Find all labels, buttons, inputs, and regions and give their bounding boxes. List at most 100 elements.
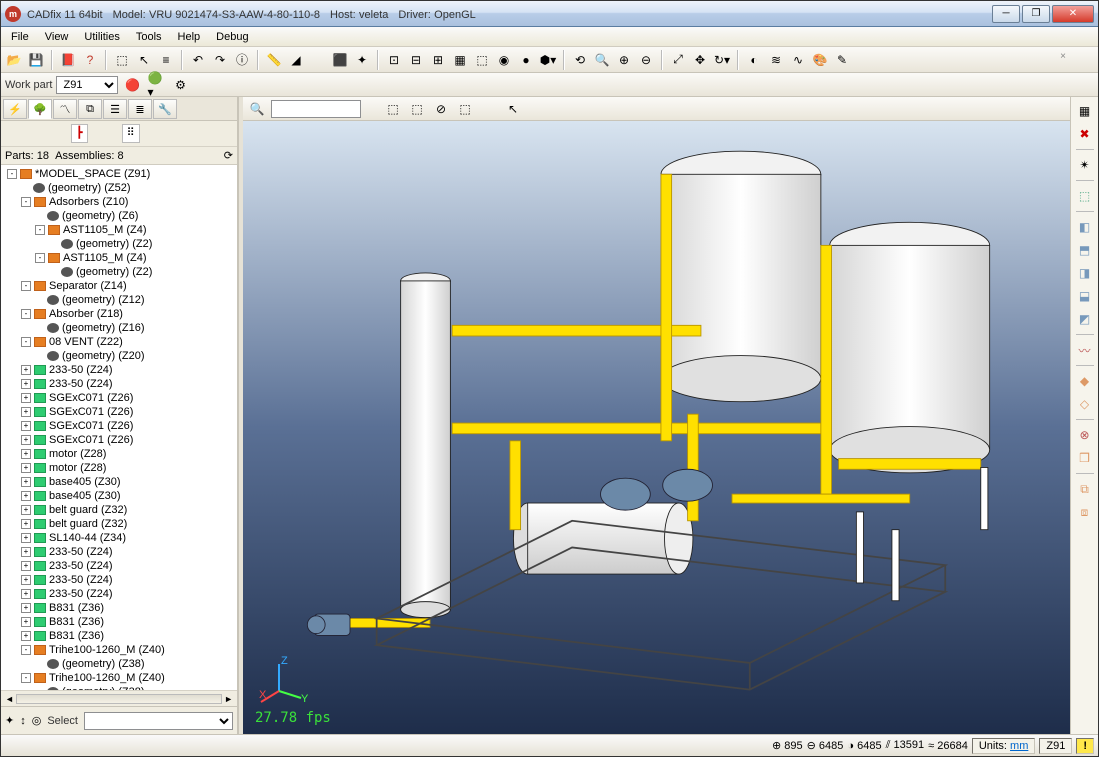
tree-row[interactable]: +233-50 (Z24) — [3, 545, 235, 559]
menu-tools[interactable]: Tools — [128, 29, 170, 45]
help-icon[interactable]: ? — [80, 50, 100, 70]
orbit-icon[interactable]: ↻▾ — [712, 50, 732, 70]
tree-row[interactable]: +belt guard (Z32) — [3, 517, 235, 531]
tree-row[interactable]: (geometry) (Z12) — [3, 293, 235, 307]
merge-icon[interactable]: ⧉ — [1075, 479, 1095, 499]
axes-icon[interactable]: ✦ — [352, 50, 372, 70]
model-tree[interactable]: -*MODEL_SPACE (Z91)(geometry) (Z52)-Adso… — [1, 165, 237, 690]
view1-icon[interactable]: ⊡ — [384, 50, 404, 70]
pan-icon[interactable]: ✥ — [690, 50, 710, 70]
tree-row[interactable]: -AST1105_M (Z4) — [3, 251, 235, 265]
units-display[interactable]: Units: mm — [972, 738, 1036, 754]
loft-icon[interactable]: ◩ — [1075, 309, 1095, 329]
layer-icon[interactable]: ≋ — [766, 50, 786, 70]
iso-icon[interactable]: ⬢▾ — [538, 50, 558, 70]
brush-icon[interactable]: ✎ — [832, 50, 852, 70]
tree-row[interactable]: +B831 (Z36) — [3, 601, 235, 615]
box-icon[interactable]: ⬚ — [1075, 186, 1095, 206]
zoom-fit-icon[interactable]: ⟲ — [570, 50, 590, 70]
view3-icon[interactable]: ⊞ — [428, 50, 448, 70]
options-icon[interactable]: ≡ — [156, 50, 176, 70]
tree-row[interactable]: +base405 (Z30) — [3, 489, 235, 503]
redo-icon[interactable]: ↷ — [210, 50, 230, 70]
palette2-icon[interactable]: 🟢▾ — [146, 75, 166, 95]
menu-debug[interactable]: Debug — [208, 29, 256, 45]
tree-hscroll[interactable]: ◄► — [1, 690, 237, 706]
tab-wizard[interactable]: ⚡ — [3, 99, 27, 119]
tree-row[interactable]: -*MODEL_SPACE (Z91) — [3, 167, 235, 181]
palette-icon[interactable]: 🎨 — [810, 50, 830, 70]
shell-icon[interactable]: ◧ — [1075, 217, 1095, 237]
iso1-icon[interactable]: ◆ — [1075, 371, 1095, 391]
tab-tree[interactable]: 🌳 — [28, 99, 52, 119]
tree-row[interactable]: -Separator (Z14) — [3, 279, 235, 293]
tree-row[interactable]: (geometry) (Z6) — [3, 209, 235, 223]
tab-filter[interactable]: ⧉ — [78, 99, 102, 119]
tab-tools[interactable]: 🔧 — [153, 99, 177, 119]
proj-icon[interactable]: ⊗ — [1075, 425, 1095, 445]
tree-row[interactable]: -AST1105_M (Z4) — [3, 223, 235, 237]
close-button[interactable]: ✕ — [1052, 5, 1094, 23]
save-icon[interactable]: 💾 — [26, 50, 46, 70]
panel-view-grid-icon[interactable]: ⠿ — [122, 124, 140, 143]
menu-utilities[interactable]: Utilities — [76, 29, 127, 45]
undo-icon[interactable]: ↶ — [188, 50, 208, 70]
tree-row[interactable]: (geometry) (Z2) — [3, 265, 235, 279]
tree-row[interactable]: +B831 (Z36) — [3, 615, 235, 629]
tree-row[interactable]: (geometry) (Z38) — [3, 657, 235, 671]
cursor-icon[interactable]: ↖ — [134, 50, 154, 70]
tree-row[interactable]: +233-50 (Z24) — [3, 573, 235, 587]
tree-row[interactable]: +233-50 (Z24) — [3, 377, 235, 391]
tree-row[interactable]: +base405 (Z30) — [3, 475, 235, 489]
tree-row[interactable]: (geometry) (Z20) — [3, 349, 235, 363]
vp-search-input[interactable] — [271, 100, 361, 118]
minimize-button[interactable]: ─ — [992, 5, 1020, 23]
tree-row[interactable]: (geometry) (Z2) — [3, 237, 235, 251]
panel-view-tree-icon[interactable]: ┣ — [71, 124, 88, 143]
view2-icon[interactable]: ⊟ — [406, 50, 426, 70]
vp-pick-icon[interactable]: 🔍 — [247, 99, 267, 119]
refresh-tree-icon[interactable]: ⟳ — [224, 149, 233, 162]
sweep-icon[interactable]: ⬓ — [1075, 286, 1095, 306]
tree-row[interactable]: +SGExC071 (Z26) — [3, 433, 235, 447]
vp-sel4-icon[interactable]: ⬚ — [455, 99, 475, 119]
sel-point-icon[interactable]: ✦ — [5, 714, 14, 727]
vp-sel2-icon[interactable]: ⬚ — [407, 99, 427, 119]
tree-row[interactable]: +SGExC071 (Z26) — [3, 419, 235, 433]
tree-row[interactable]: -Adsorbers (Z10) — [3, 195, 235, 209]
tree-row[interactable]: -Absorber (Z18) — [3, 307, 235, 321]
body-icon[interactable]: ❒ — [1075, 448, 1095, 468]
grid-icon[interactable]: ▦ — [1075, 101, 1095, 121]
tree-row[interactable]: +233-50 (Z24) — [3, 559, 235, 573]
zoom-window-icon[interactable]: 🔍 — [592, 50, 612, 70]
colorwheel-icon[interactable]: 🔴 — [122, 75, 142, 95]
tab-stack[interactable]: ≣ — [128, 99, 152, 119]
zone-display[interactable]: Z91 — [1039, 738, 1072, 754]
tree-settings-icon[interactable]: ⚙ — [170, 75, 190, 95]
wireframe-icon[interactable]: ⬚ — [112, 50, 132, 70]
section-icon[interactable]: ∿ — [788, 50, 808, 70]
tree-row[interactable]: -Trihe100-1260_M (Z40) — [3, 643, 235, 657]
sel-edge-icon[interactable]: ↕ — [20, 715, 26, 727]
snap-icon[interactable]: ✴ — [1075, 155, 1095, 175]
tree-row[interactable]: (geometry) (Z52) — [3, 181, 235, 195]
tab-list[interactable]: ☰ — [103, 99, 127, 119]
revolve-icon[interactable]: ◨ — [1075, 263, 1095, 283]
view4-icon[interactable]: ▦ — [450, 50, 470, 70]
extrude-icon[interactable]: ⬒ — [1075, 240, 1095, 260]
warning-badge[interactable]: ! — [1076, 738, 1094, 754]
tree-row[interactable]: +SGExC071 (Z26) — [3, 405, 235, 419]
vp-sel3-icon[interactable]: ⊘ — [431, 99, 451, 119]
doc-icon[interactable]: 📕 — [58, 50, 78, 70]
tree-row[interactable]: +233-50 (Z24) — [3, 587, 235, 601]
viewport-canvas[interactable]: Z Y X 27.78 fps — [243, 121, 1070, 734]
tree-row[interactable]: +belt guard (Z32) — [3, 503, 235, 517]
rotate-icon[interactable]: ⤢ — [668, 50, 688, 70]
tree-row[interactable]: +motor (Z28) — [3, 461, 235, 475]
measure-icon[interactable]: 📏 — [264, 50, 284, 70]
tree-row[interactable]: +SGExC071 (Z26) — [3, 391, 235, 405]
cube-icon[interactable]: ⬛ — [330, 50, 350, 70]
tree-row[interactable]: +B831 (Z36) — [3, 629, 235, 643]
tree-row[interactable]: (geometry) (Z16) — [3, 321, 235, 335]
vp-sel1-icon[interactable]: ⬚ — [383, 99, 403, 119]
